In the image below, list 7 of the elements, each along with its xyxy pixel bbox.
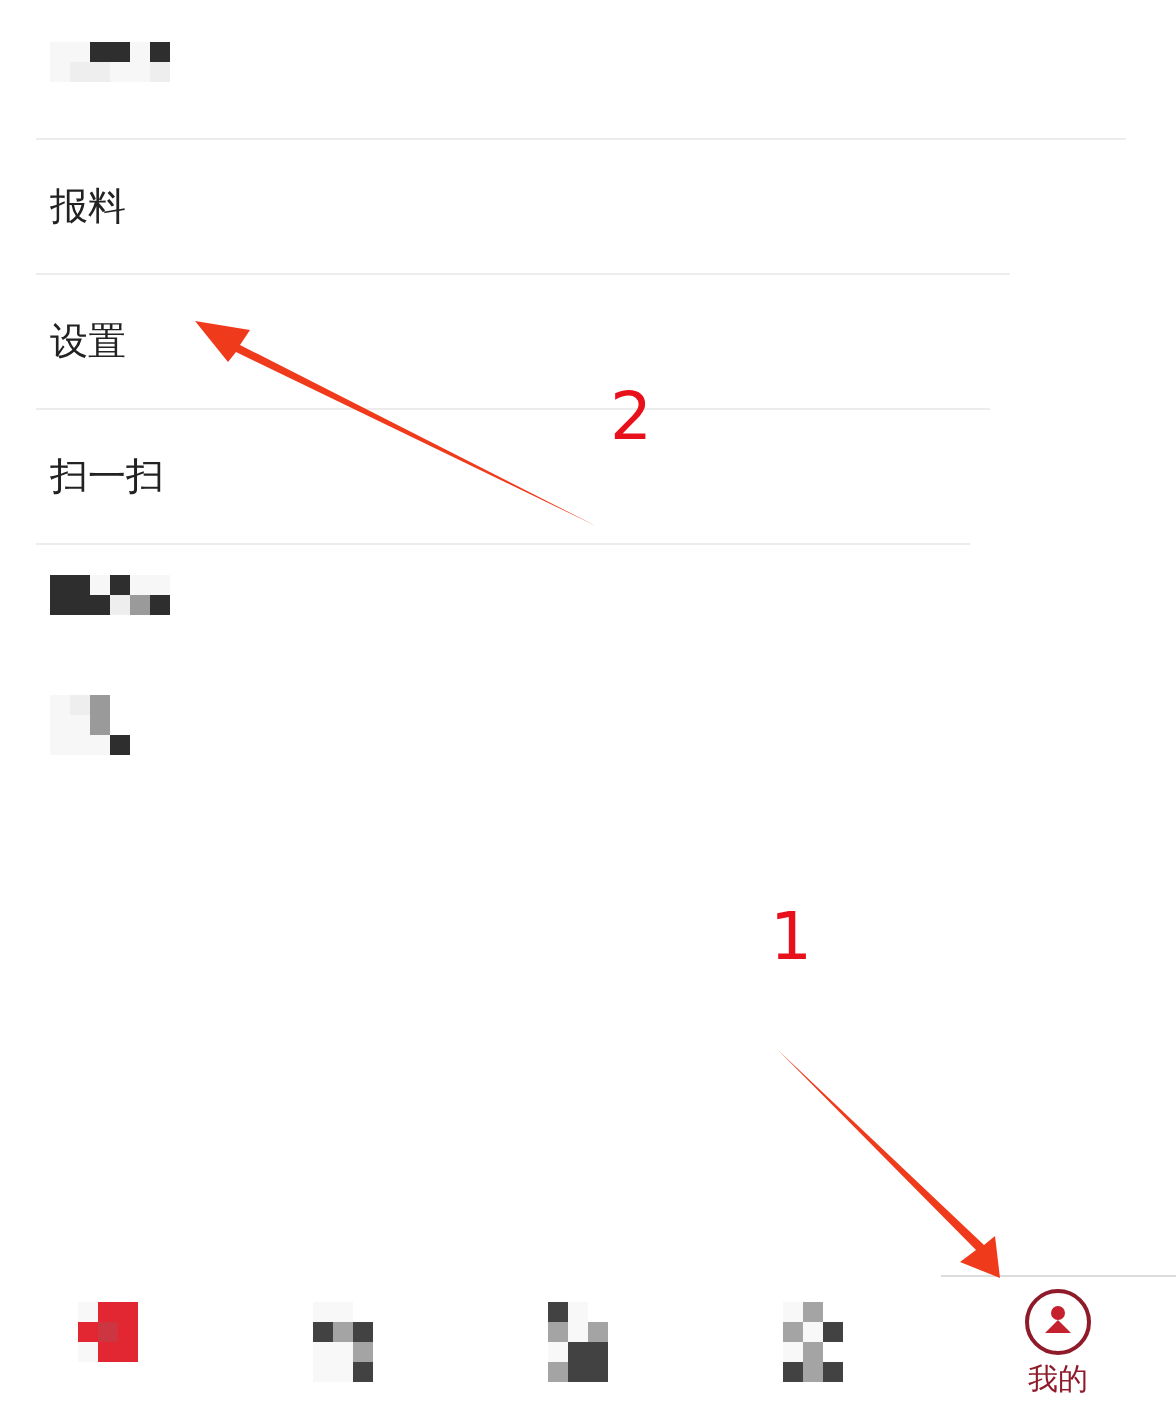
menu-item[interactable]: 设置 [50, 316, 126, 367]
menu-item[interactable]: 报料 [50, 181, 126, 232]
menu-item[interactable]: 扫一扫 [50, 451, 164, 502]
annotation-number: 2 [610, 384, 652, 450]
annotation-number: 1 [770, 904, 812, 970]
tab[interactable]: 我的 [940, 1275, 1176, 1409]
person-icon [1023, 1286, 1094, 1357]
